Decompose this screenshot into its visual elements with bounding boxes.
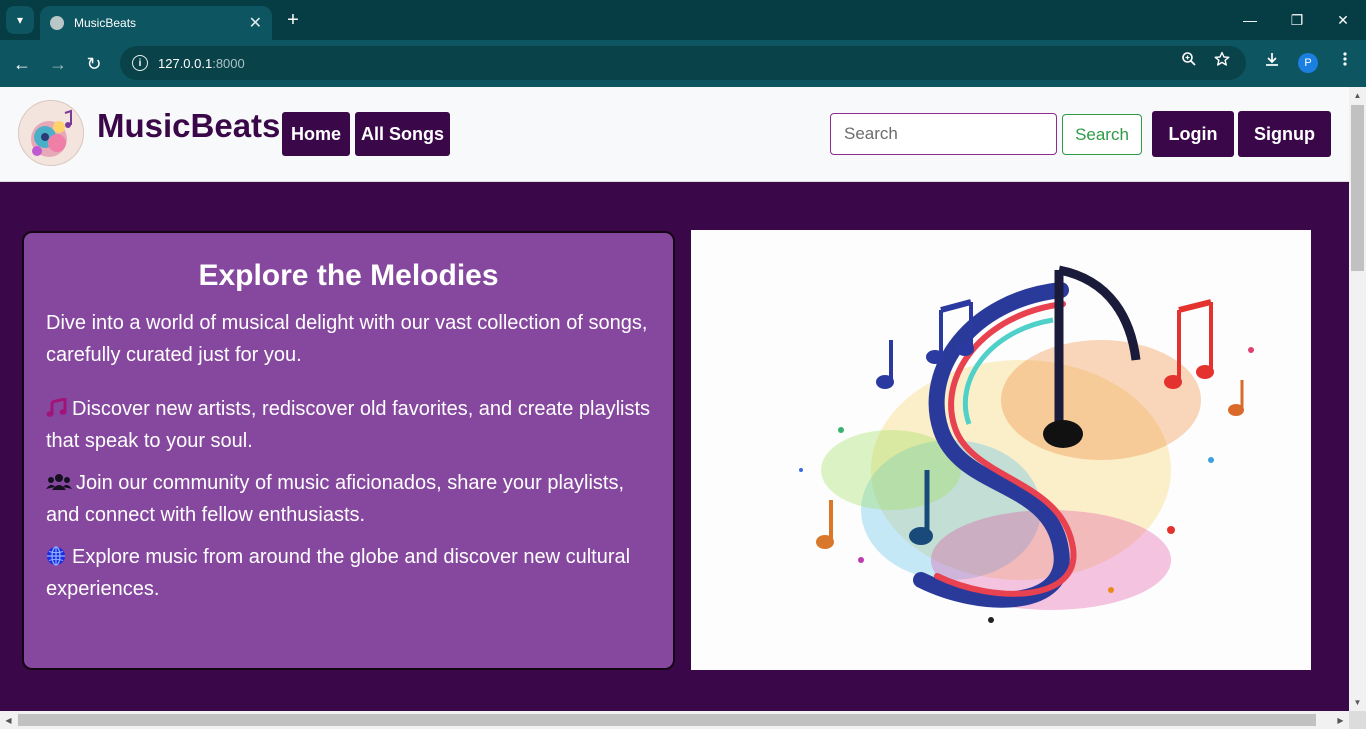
tab-close-icon[interactable]: ✕ bbox=[249, 13, 262, 33]
scrollbar-corner bbox=[1349, 711, 1366, 729]
globe-icon bbox=[46, 544, 68, 566]
url-port: :8000 bbox=[212, 55, 245, 71]
login-button[interactable]: Login bbox=[1152, 111, 1234, 157]
url-host: 127.0.0.1 bbox=[158, 55, 213, 71]
back-icon[interactable]: ← bbox=[8, 50, 36, 78]
vertical-scrollbar[interactable]: ▲ ▼ bbox=[1349, 87, 1366, 711]
signup-button[interactable]: Signup bbox=[1238, 111, 1331, 157]
tab-search-dropdown-icon[interactable]: ▾ bbox=[6, 6, 34, 34]
download-icon[interactable] bbox=[1261, 48, 1283, 70]
browser-toolbar: ← → ↻ i 127.0.0.1:8000 P bbox=[0, 40, 1366, 87]
site-header: MusicBeats Home All Songs Search Login S… bbox=[0, 87, 1349, 182]
forward-icon[interactable]: → bbox=[44, 50, 72, 78]
search-input[interactable] bbox=[830, 113, 1057, 155]
nav-all-songs-button[interactable]: All Songs bbox=[355, 112, 450, 156]
scroll-down-icon[interactable]: ▼ bbox=[1349, 694, 1366, 711]
feature-text: Explore music from around the globe and … bbox=[46, 546, 631, 600]
browser-tab[interactable]: MusicBeats ✕ bbox=[40, 6, 272, 40]
minimize-icon[interactable]: — bbox=[1238, 8, 1262, 32]
maximize-icon[interactable]: ❐ bbox=[1285, 8, 1309, 32]
musicbeats-logo-icon[interactable] bbox=[18, 100, 84, 166]
site-info-icon[interactable]: i bbox=[132, 55, 148, 71]
close-window-icon[interactable]: ✕ bbox=[1331, 8, 1355, 32]
globe-favicon-icon bbox=[50, 16, 64, 30]
page-viewport: MusicBeats Home All Songs Search Login S… bbox=[0, 87, 1349, 711]
music-note-icon bbox=[46, 396, 68, 417]
feature-item: Explore music from around the globe and … bbox=[46, 541, 651, 605]
feature-text: Join our community of music aficionados,… bbox=[46, 472, 625, 526]
tab-title: MusicBeats bbox=[74, 16, 137, 30]
music-notes-illustration bbox=[691, 230, 1311, 670]
nav-home-button[interactable]: Home bbox=[282, 112, 350, 156]
feature-item: Discover new artists, rediscover old fav… bbox=[46, 393, 651, 457]
zoom-icon[interactable] bbox=[1178, 48, 1200, 70]
search-button[interactable]: Search bbox=[1062, 114, 1142, 155]
melodies-card: Explore the Melodies Dive into a world o… bbox=[22, 231, 675, 670]
vertical-scroll-thumb[interactable] bbox=[1351, 105, 1364, 271]
horizontal-scrollbar[interactable]: ◀ ▶ bbox=[0, 711, 1349, 729]
scroll-right-icon[interactable]: ▶ bbox=[1332, 711, 1349, 729]
new-tab-icon[interactable]: + bbox=[282, 6, 304, 34]
address-bar[interactable]: i 127.0.0.1:8000 bbox=[120, 46, 1246, 80]
scroll-left-icon[interactable]: ◀ bbox=[0, 711, 17, 729]
scroll-up-icon[interactable]: ▲ bbox=[1349, 87, 1366, 104]
horizontal-scroll-thumb[interactable] bbox=[18, 714, 1316, 726]
brand-name[interactable]: MusicBeats bbox=[97, 107, 280, 145]
feature-text: Discover new artists, rediscover old fav… bbox=[46, 398, 651, 452]
card-title: Explore the Melodies bbox=[198, 259, 499, 292]
reload-icon[interactable]: ↻ bbox=[80, 50, 108, 78]
menu-icon[interactable] bbox=[1334, 48, 1356, 70]
feature-item: Join our community of music aficionados,… bbox=[46, 467, 651, 531]
star-icon[interactable] bbox=[1211, 48, 1233, 70]
card-intro: Dive into a world of musical delight wit… bbox=[46, 312, 648, 366]
browser-tab-bar: ▾ MusicBeats ✕ + — ❐ ✕ bbox=[0, 0, 1366, 40]
users-icon bbox=[46, 470, 72, 490]
profile-avatar[interactable]: P bbox=[1298, 53, 1318, 73]
